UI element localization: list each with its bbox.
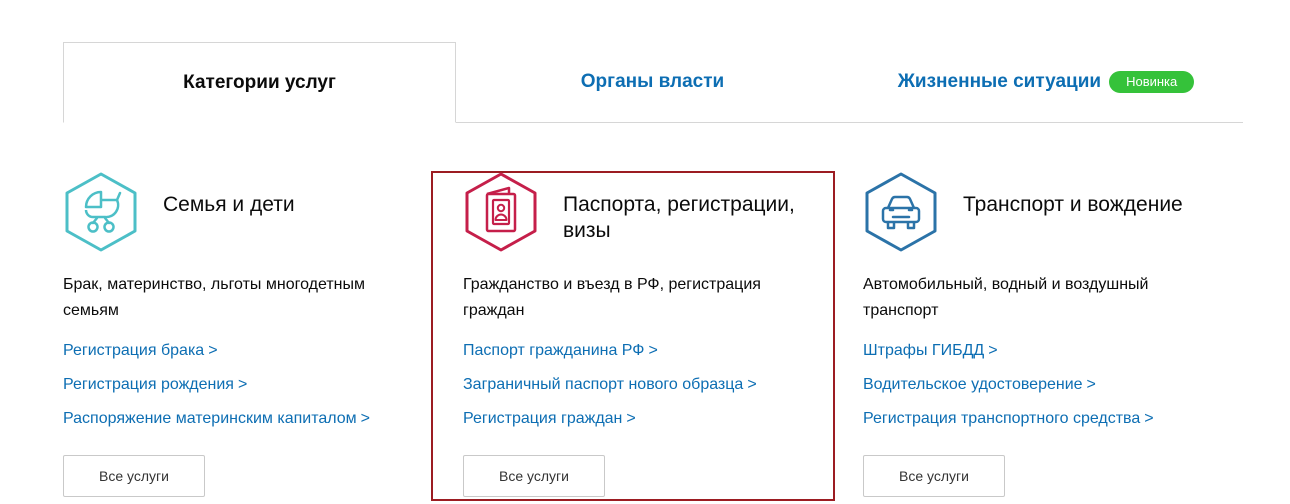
stroller-icon xyxy=(63,171,139,253)
chevron-right-icon: > xyxy=(648,342,658,359)
link-birth-registration[interactable]: Регистрация рождения > xyxy=(63,376,247,393)
card-links: Паспорт гражданина РФ > Заграничный паспо… xyxy=(463,341,757,443)
all-services-button[interactable]: Все услуги xyxy=(863,455,1005,497)
card-links: Штрафы ГИБДД > Водительское удостоверение… xyxy=(863,341,1154,443)
new-badge: Новинка xyxy=(1109,71,1195,93)
chevron-right-icon: > xyxy=(988,342,998,359)
card-title: Семья и дети xyxy=(163,193,295,216)
tab-label: Категории услуг xyxy=(183,71,336,93)
link-driver-license[interactable]: Водительское удостоверение > xyxy=(863,376,1096,393)
chevron-right-icon: > xyxy=(1144,410,1154,427)
card-title: Паспорта, регистрации, визы xyxy=(563,193,795,242)
card-title: Транспорт и вождение xyxy=(963,193,1183,216)
list-item: Регистрация граждан > xyxy=(463,409,757,443)
card-family: Семья и дети Брак, материнство, льготы м… xyxy=(63,171,463,501)
link-vehicle-registration[interactable]: Регистрация транспортного средства > xyxy=(863,410,1154,427)
list-item: Распоряжение материнским капиталом > xyxy=(63,409,370,443)
chevron-right-icon: > xyxy=(360,410,371,427)
all-services-button[interactable]: Все услуги xyxy=(63,455,205,497)
card-description: Автомобильный, водный и воздушный трансп… xyxy=(863,276,1149,319)
link-marriage-registration[interactable]: Регистрация брака > xyxy=(63,342,218,359)
car-icon xyxy=(863,171,939,253)
tabs-bar: Категории услуг Органы власти Жизненные … xyxy=(63,42,1243,123)
chevron-right-icon: > xyxy=(1086,376,1096,393)
card-passports: Паспорта, регистрации, визы Гражданство … xyxy=(463,171,863,501)
chevron-right-icon: > xyxy=(626,410,636,427)
link-maternity-capital[interactable]: Распоряжение материнским капиталом > xyxy=(63,410,370,427)
card-transport: Транспорт и вождение Автомобильный, водн… xyxy=(863,171,1263,501)
card-links: Регистрация брака > Регистрация рождения >… xyxy=(63,341,370,443)
list-item: Регистрация рождения > xyxy=(63,375,370,409)
tab-label: Органы власти xyxy=(580,71,725,92)
tab-service-categories[interactable]: Категории услуг xyxy=(63,42,456,123)
chevron-right-icon: > xyxy=(237,376,248,393)
tab-life-situations[interactable]: Жизненные ситуации Новинка xyxy=(849,42,1243,122)
list-item: Регистрация брака > xyxy=(63,341,370,375)
card-description: Гражданство и въезд в РФ, регистрация гр… xyxy=(463,276,761,319)
chevron-right-icon: > xyxy=(208,342,218,359)
list-item: Паспорт гражданина РФ > xyxy=(463,341,757,375)
link-rf-passport[interactable]: Паспорт гражданина РФ > xyxy=(463,342,658,359)
link-foreign-passport[interactable]: Заграничный паспорт нового образца > xyxy=(463,376,757,393)
list-item: Штрафы ГИБДД > xyxy=(863,341,1154,375)
link-traffic-fines[interactable]: Штрафы ГИБДД > xyxy=(863,342,998,359)
chevron-right-icon: > xyxy=(747,376,757,393)
all-services-button[interactable]: Все услуги xyxy=(463,455,605,497)
card-description: Брак, материнство, льготы многодетным се… xyxy=(63,276,365,319)
list-item: Водительское удостоверение > xyxy=(863,375,1154,409)
tab-authorities[interactable]: Органы власти xyxy=(456,42,849,122)
link-citizen-registration[interactable]: Регистрация граждан > xyxy=(463,410,636,427)
list-item: Заграничный паспорт нового образца > xyxy=(463,375,757,409)
tab-label: Жизненные ситуации xyxy=(897,71,1102,92)
passport-icon xyxy=(463,171,539,253)
list-item: Регистрация транспортного средства > xyxy=(863,409,1154,443)
